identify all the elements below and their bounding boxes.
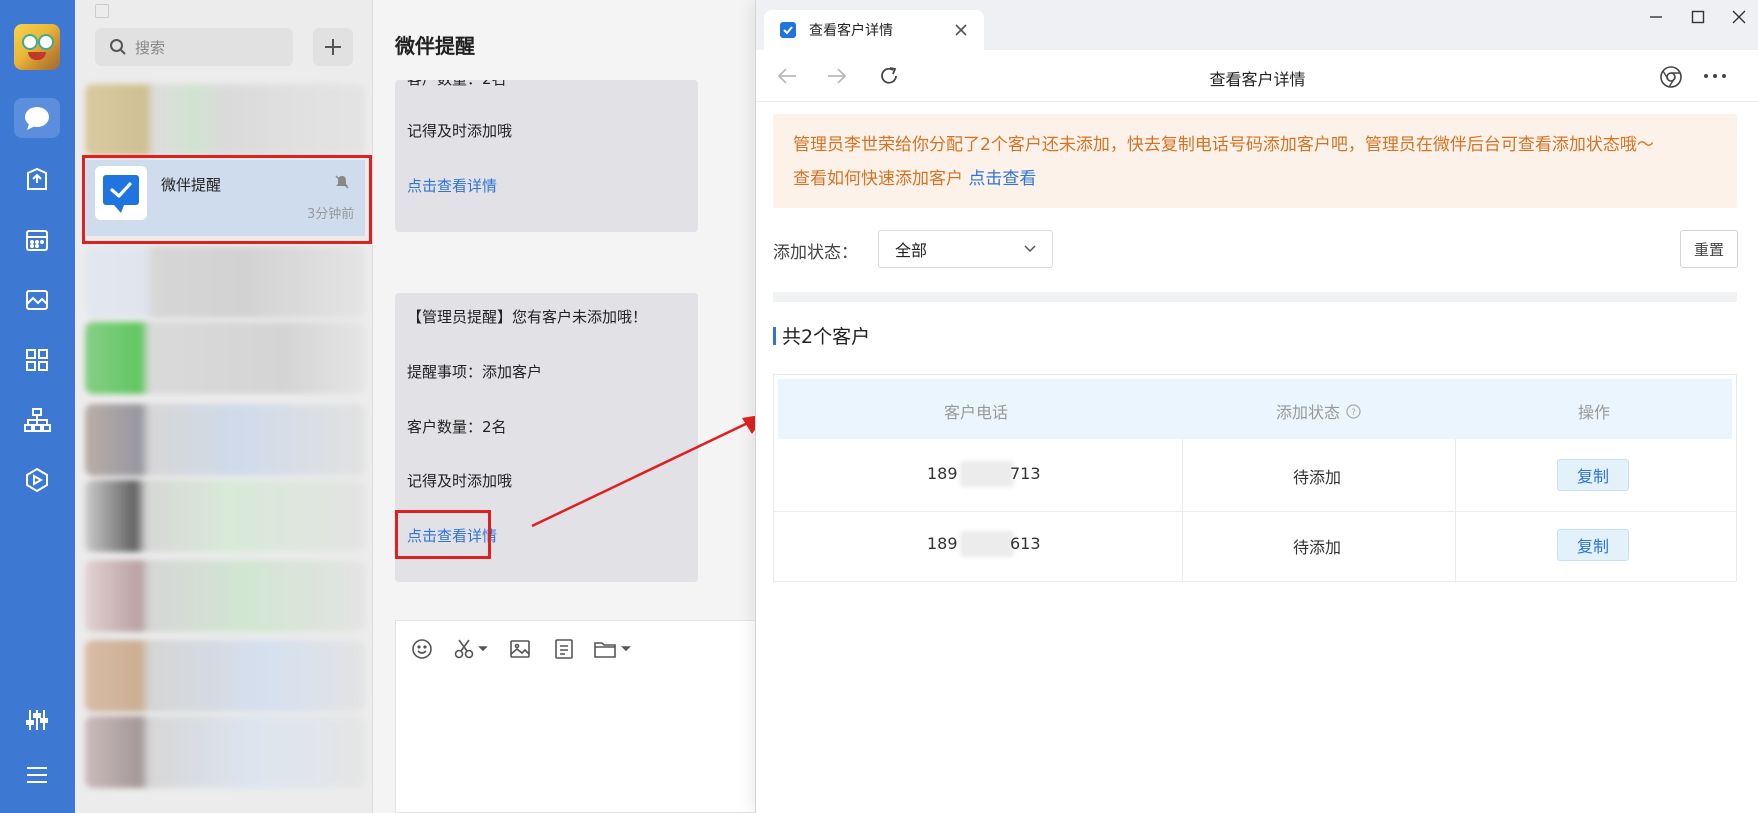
phone-prefix: 189 [927, 534, 958, 553]
message-text: 【管理员提醒】您有客户未添加哦！ [407, 308, 648, 326]
close-window-icon[interactable] [1732, 10, 1746, 24]
status-cell: 待添加 [1293, 468, 1342, 487]
header-phone: 客户电话 [944, 403, 1009, 422]
table-row: 189 713 待添加 复制 [774, 439, 1736, 511]
maximize-icon[interactable] [1691, 10, 1705, 24]
customer-count-text: 共2个客户 [782, 326, 871, 348]
search-placeholder: 搜索 [135, 38, 166, 57]
more-icon[interactable] [1703, 72, 1727, 80]
status-cell: 待添加 [1293, 538, 1342, 557]
photo-icon[interactable] [14, 280, 60, 320]
filter-label: 添加状态： [773, 243, 858, 263]
message-text: 记得及时添加哦 [407, 122, 513, 140]
menu-icon[interactable] [14, 755, 60, 795]
search-icon [110, 39, 126, 55]
svg-text:?: ? [1351, 408, 1356, 418]
chevron-down-icon [1024, 245, 1036, 253]
tab-title: 查看客户详情 [809, 23, 893, 39]
notice-help-line: 查看如何快速添加客户 点击查看 [793, 162, 1717, 196]
folder-icon[interactable] [593, 638, 631, 660]
browser-window: 查看客户详情 查看客户详情 管理员李世荣给你分配了2个客户还未添加，快去复制电话… [755, 0, 1758, 813]
list-item[interactable] [85, 246, 365, 318]
list-item[interactable] [85, 480, 365, 552]
list-item[interactable] [85, 322, 365, 394]
header-action: 操作 [1578, 403, 1611, 422]
customer-table: 客户电话 添加状态 ? 操作 189 713 待添加 复制 189 613 待添… [773, 374, 1737, 583]
header-status-label: 添加状态 [1276, 403, 1341, 422]
customer-count: 共2个客户 [773, 322, 870, 349]
phone-suffix: 713 [1010, 464, 1041, 483]
status-select[interactable]: 全部 [878, 230, 1053, 268]
settings-sliders-icon[interactable] [14, 700, 60, 740]
message-text: 提醒事项：添加客户 [407, 363, 543, 381]
close-tab-icon[interactable] [954, 23, 968, 37]
page-title: 查看客户详情 [1209, 70, 1306, 89]
chat-title: 微伴提醒 [395, 34, 475, 58]
apps-icon[interactable] [14, 340, 60, 380]
highlight-box-link [395, 510, 491, 559]
document-icon[interactable] [553, 638, 575, 660]
message-bubble [395, 80, 698, 232]
app-sidebar [0, 0, 75, 813]
reset-button[interactable]: 重置 [1680, 230, 1738, 268]
annotation-arrow [531, 414, 766, 528]
user-avatar[interactable] [14, 24, 60, 70]
header-status: 添加状态 ? [1276, 399, 1361, 423]
chat-icon[interactable] [14, 98, 60, 138]
phone-suffix: 613 [1010, 534, 1041, 553]
phone-mask [960, 531, 1014, 557]
conversation-list: 搜索 微伴提醒 3分钟前 [75, 0, 373, 813]
list-item[interactable] [85, 560, 365, 632]
emoji-icon[interactable] [411, 638, 433, 660]
status-select-value: 全部 [895, 241, 928, 260]
phone-prefix: 189 [927, 464, 958, 483]
help-icon[interactable]: ? [1346, 403, 1361, 419]
list-item[interactable] [85, 640, 365, 712]
table-row: 189 613 待添加 复制 [774, 511, 1736, 583]
scissors-icon[interactable] [453, 638, 487, 660]
plus-icon [325, 39, 341, 55]
plugin-icon[interactable] [14, 460, 60, 500]
notice-text: 管理员李世荣给你分配了2个客户还未添加，快去复制电话号码添加客户吧，管理员在微伴… [793, 135, 1654, 155]
notice-view-link[interactable]: 点击查看 [968, 169, 1036, 189]
doc-icon[interactable] [14, 160, 60, 200]
copy-button[interactable]: 复制 [1557, 529, 1629, 561]
section-divider [773, 292, 1737, 302]
calendar-icon[interactable] [14, 220, 60, 260]
copy-button[interactable]: 复制 [1557, 459, 1629, 491]
list-item[interactable] [85, 404, 365, 476]
minimize-icon[interactable] [1649, 10, 1663, 24]
chrome-icon[interactable] [1659, 65, 1683, 89]
list-item[interactable] [85, 716, 365, 788]
notice-banner: 管理员李世荣给你分配了2个客户还未添加，快去复制电话号码添加客户吧，管理员在微伴… [773, 114, 1737, 208]
message-composer[interactable] [395, 620, 755, 813]
highlight-box-conversation [82, 155, 372, 244]
image-icon[interactable] [509, 638, 531, 660]
message-text: 客户数量：2名 [407, 70, 507, 88]
title-accent-bar [773, 326, 776, 345]
browser-tab[interactable]: 查看客户详情 [764, 10, 984, 50]
list-item[interactable] [85, 84, 365, 156]
message-text: 记得及时添加哦 [407, 472, 513, 490]
download-icon[interactable] [95, 4, 109, 18]
tab-favicon-icon [780, 22, 796, 38]
message-text: 客户数量：2名 [407, 418, 507, 436]
add-button[interactable] [313, 28, 353, 66]
org-icon[interactable] [14, 400, 60, 440]
notice-help-text: 查看如何快速添加客户 [793, 169, 963, 189]
search-input[interactable]: 搜索 [95, 28, 293, 66]
view-details-link[interactable]: 点击查看详情 [407, 175, 497, 196]
phone-mask [960, 461, 1014, 487]
